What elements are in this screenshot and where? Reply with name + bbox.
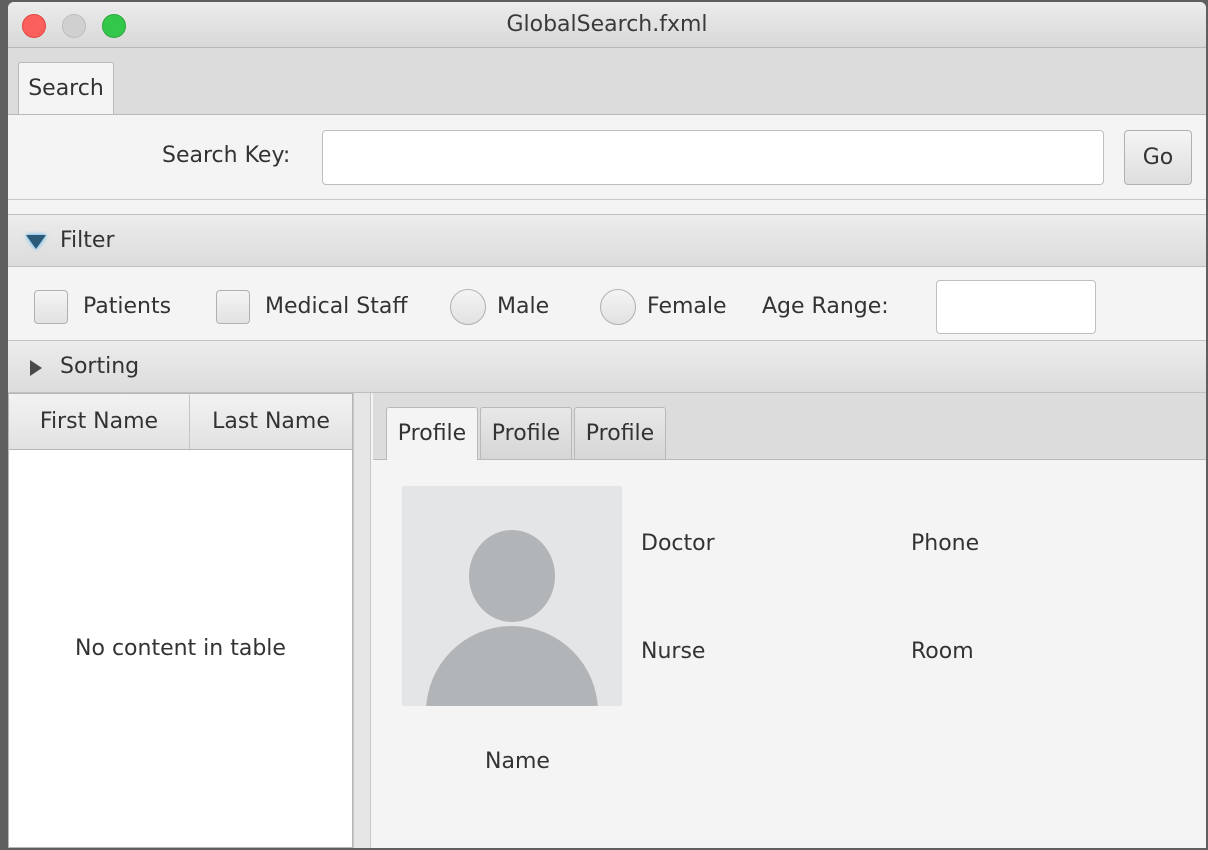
table-placeholder: No content in table — [75, 635, 286, 661]
patients-checkbox[interactable] — [34, 290, 68, 324]
sorting-header-label: Sorting — [60, 354, 140, 379]
age-range-input[interactable] — [936, 280, 1096, 334]
filter-options: Patients Medical Staff Male Female Age R… — [8, 267, 1206, 340]
profile-panel: Profile Profile Profile Doctor Phone Nur… — [373, 393, 1206, 848]
search-row: Search Key: Go — [8, 115, 1206, 200]
nurse-label: Nurse — [641, 639, 706, 664]
room-label: Room — [911, 639, 974, 664]
tab-profile-2[interactable]: Profile — [480, 407, 572, 459]
name-label: Name — [485, 749, 550, 774]
tab-search[interactable]: Search — [18, 62, 114, 114]
user-silhouette-body — [426, 626, 598, 706]
medical-staff-checkbox[interactable] — [216, 290, 250, 324]
column-header-last-name[interactable]: Last Name — [190, 394, 352, 449]
female-label: Female — [647, 294, 727, 319]
user-silhouette-icon — [469, 530, 555, 622]
profile-tab-strip: Profile Profile Profile — [373, 393, 1206, 460]
patients-label: Patients — [83, 294, 172, 319]
female-radio[interactable] — [600, 289, 636, 325]
phone-label: Phone — [911, 531, 980, 556]
triangle-down-icon — [26, 235, 46, 249]
tab-profile-1[interactable]: Profile — [386, 407, 478, 460]
table-header: First Name Last Name — [9, 394, 352, 450]
split-pane-divider[interactable] — [353, 393, 371, 848]
column-header-first-name[interactable]: First Name — [9, 394, 190, 449]
go-button[interactable]: Go — [1124, 130, 1192, 185]
medical-staff-label: Medical Staff — [265, 294, 408, 319]
window-title: GlobalSearch.fxml — [506, 12, 708, 37]
filter-pane-header[interactable]: Filter — [8, 214, 1206, 267]
app-window: GlobalSearch.fxml Search Search Key: Go … — [8, 2, 1206, 848]
filter-header-label: Filter — [60, 228, 115, 253]
search-key-input[interactable] — [322, 130, 1104, 185]
triangle-right-icon — [30, 360, 42, 376]
profile-photo — [402, 486, 622, 706]
results-table[interactable]: First Name Last Name No content in table — [8, 393, 353, 848]
age-range-label: Age Range: — [762, 294, 889, 319]
title-bar[interactable]: GlobalSearch.fxml — [8, 2, 1206, 48]
main-tab-strip: Search — [8, 48, 1206, 115]
doctor-label: Doctor — [641, 531, 715, 556]
tab-profile-3[interactable]: Profile — [574, 407, 666, 459]
male-label: Male — [497, 294, 550, 319]
male-radio[interactable] — [450, 289, 486, 325]
search-key-label: Search Key: — [162, 143, 291, 168]
sorting-pane-header[interactable]: Sorting — [8, 340, 1206, 393]
